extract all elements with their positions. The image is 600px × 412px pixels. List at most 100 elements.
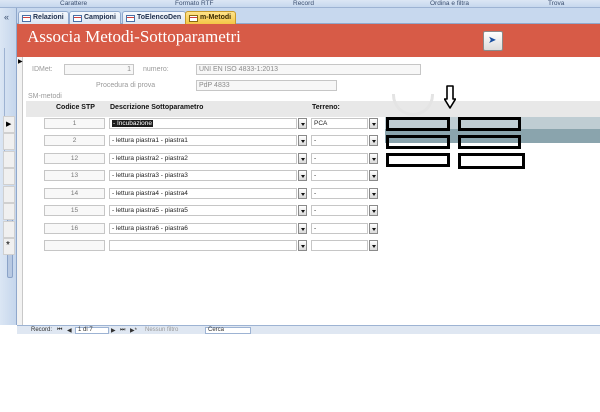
column-header-codice-stp: Codice STP [56,104,95,111]
ribbon-group-carattere: Carattere [60,0,88,7]
codice-stp-cell[interactable]: 13 [44,170,105,181]
terreno-dropdown-button[interactable] [369,135,378,146]
row-selector[interactable] [3,203,15,220]
annotation-box [458,153,525,169]
record-label: Record: [31,327,53,333]
search-field[interactable]: Cerca [205,327,251,334]
procedura-field[interactable]: PdP 4833 [196,80,337,91]
row-selector[interactable] [3,151,15,168]
annotation-box [458,117,521,131]
codice-stp-cell[interactable]: 12 [44,153,105,164]
current-record-icon: ▶ [6,121,12,128]
form-icon [189,15,198,22]
new-codice-stp-cell[interactable] [44,240,105,251]
table-icon [22,15,31,22]
row-selector[interactable] [3,221,15,238]
descrizione-cell[interactable]: - Incubazione [109,118,297,129]
terreno-dropdown-button[interactable] [369,118,378,129]
next-record-button[interactable]: ▶ [111,327,116,334]
tab-campioni[interactable]: Campioni [69,11,121,24]
row-selector[interactable]: ▶ [3,116,15,133]
codice-stp-cell[interactable]: 2 [44,135,105,146]
descrizione-cell[interactable]: - lettura piastra1 - piastra1 [109,135,297,146]
terreno-dropdown-button[interactable] [369,153,378,164]
nav-pane-divider [4,48,12,168]
descrizione-cell[interactable]: - lettura piastra2 - piastra2 [109,153,297,164]
annotation-box [386,153,450,167]
descrizione-cell[interactable]: - lettura piastra3 - piastra3 [109,170,297,181]
descrizione-dropdown-button[interactable] [298,118,307,129]
terreno-dropdown-button[interactable] [369,223,378,234]
form-icon [73,15,82,22]
terreno-cell[interactable]: - [311,223,368,234]
descrizione-dropdown-button[interactable] [298,205,307,216]
column-header-terreno: Terreno: [312,104,340,111]
idmet-label: IDMet: [32,66,53,73]
annotation-box [386,135,450,149]
descrizione-cell[interactable]: - lettura piastra6 - piastra6 [109,223,297,234]
descrizione-dropdown-button[interactable] [298,240,307,251]
procedura-label: Procedura di prova [96,82,156,89]
new-terreno-cell[interactable] [311,240,368,251]
filter-status[interactable]: Nessun filtro [145,327,178,333]
descrizione-dropdown-button[interactable] [298,170,307,181]
new-descrizione-cell[interactable] [109,240,297,251]
terreno-cell[interactable]: - [311,188,368,199]
codice-stp-cell[interactable]: 15 [44,205,105,216]
first-record-button[interactable]: ⏮ [57,327,62,334]
terreno-cell[interactable]: - [311,205,368,216]
row-selector[interactable] [3,133,15,150]
descrizione-dropdown-button[interactable] [298,223,307,234]
ribbon-group-record: Record [293,0,314,7]
tab-label: m-Metodi [200,14,232,21]
idmet-field[interactable]: 1 [64,64,134,75]
descrizione-dropdown-button[interactable] [298,153,307,164]
record-position-field[interactable]: 1 di 7 [75,327,109,334]
column-header-descrizione: Descrizione Sottoparametro [110,104,204,111]
new-record-selector[interactable]: * [3,238,15,255]
terreno-cell[interactable]: PCA [311,118,368,129]
terreno-cell[interactable]: - [311,170,368,181]
collapse-nav-icon[interactable]: « [4,12,9,22]
terreno-cell[interactable]: - [311,153,368,164]
tab-m-metodi[interactable]: m-Metodi [185,11,237,24]
tab-label: Campioni [84,14,116,21]
access-window: Carattere Formato RTF Record Ordina e fi… [0,0,600,412]
row-selector[interactable] [3,186,15,203]
descrizione-dropdown-button[interactable] [298,135,307,146]
main-record-selector[interactable]: ▶ [17,57,23,325]
open-form-icon: ➤ [488,35,497,46]
record-navigation-bar: Record: ⏮ ◀ 1 di 7 ▶ ⏭ ▶* Nessun filtro … [17,325,600,334]
current-record-icon: ▶ [18,59,23,65]
annotation-box [386,117,450,131]
tab-relazioni[interactable]: Relazioni [18,11,69,24]
ribbon-group-trova: Trova [548,0,565,7]
terreno-dropdown-button[interactable] [369,170,378,181]
numero-field[interactable]: UNI EN ISO 4833-1:2013 [196,64,421,75]
form-title: Associa Metodi-Sottoparametri [27,27,241,46]
tab-toelencoden[interactable]: ToElencoDen [122,11,187,24]
numero-label: numero: [143,66,169,73]
codice-stp-cell[interactable]: 1 [44,118,105,129]
new-record-button[interactable]: ▶* [130,327,137,334]
new-record-icon: * [6,240,10,251]
open-form-button[interactable]: ➤ [483,31,503,51]
form-icon [126,15,135,22]
descrizione-cell[interactable]: - lettura piastra5 - piastra5 [109,205,297,216]
terreno-dropdown-button[interactable] [369,188,378,199]
last-record-button[interactable]: ⏭ [120,327,125,334]
sm-metodi-label: SM-metodi [28,93,62,100]
terreno-dropdown-button[interactable] [369,205,378,216]
previous-record-button[interactable]: ◀ [67,327,72,334]
ribbon-group-ordina-filtra: Ordina e filtra [430,0,470,7]
terreno-dropdown-button[interactable] [369,240,378,251]
descrizione-cell[interactable]: - lettura piastra4 - piastra4 [109,188,297,199]
descrizione-dropdown-button[interactable] [298,188,307,199]
ribbon-group-labels: Carattere Formato RTF Record Ordina e fi… [0,0,600,8]
ribbon-group-formato-rtf: Formato RTF [175,0,214,7]
row-selector[interactable] [3,168,15,185]
codice-stp-cell[interactable]: 14 [44,188,105,199]
terreno-cell[interactable]: - [311,135,368,146]
down-arrow-icon [444,85,456,109]
codice-stp-cell[interactable]: 16 [44,223,105,234]
